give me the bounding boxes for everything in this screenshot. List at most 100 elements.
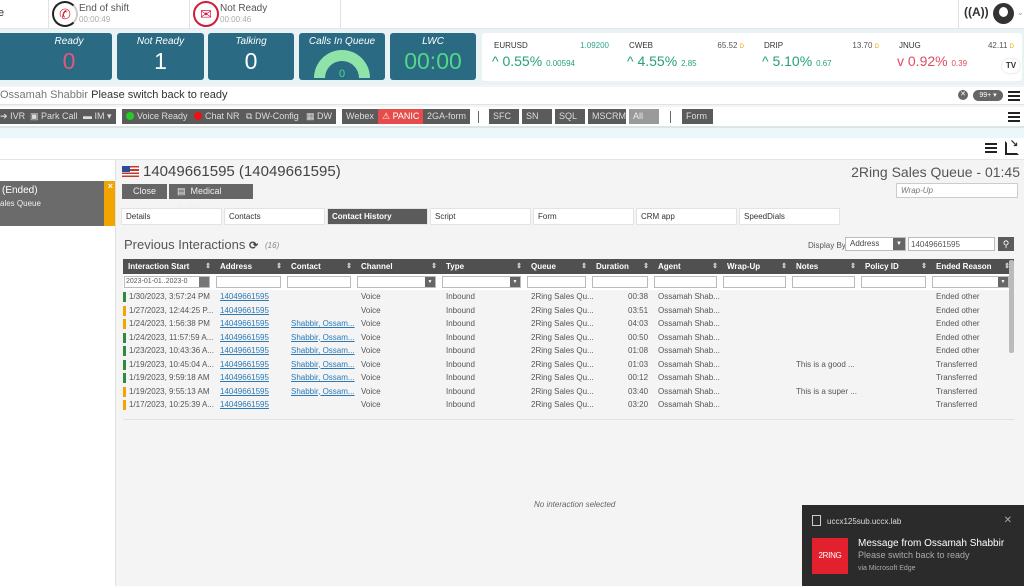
menu-icon[interactable] [1008, 91, 1020, 101]
sort-icon[interactable]: ⇕ [850, 259, 856, 274]
calendar-icon[interactable] [199, 277, 209, 287]
cell-contact[interactable]: Shabbir, Ossam... [291, 333, 355, 342]
chevron-down-icon[interactable]: ▼ [998, 277, 1008, 287]
agent-state-end-of-shift[interactable]: ✆ End of shift 00:00:49 [48, 0, 189, 29]
chevron-down-icon[interactable]: ▼ [510, 277, 520, 287]
table-row[interactable]: 1/24/2023, 1:56:38 PM 14049661595 Shabbir,… [123, 317, 1014, 331]
column-header-policy-id[interactable]: Policy ID ⇕ [860, 259, 931, 274]
webex-button[interactable]: Webex [342, 109, 378, 124]
filter-type[interactable]: ▼ [442, 276, 521, 288]
avatar[interactable] [993, 3, 1014, 24]
cell-contact[interactable]: Shabbir, Ossam... [291, 346, 355, 355]
filter-address[interactable] [216, 276, 281, 288]
im-dropdown-button[interactable]: ▬ IM ▾ [79, 109, 116, 124]
column-header-notes[interactable]: Notes ⇕ [791, 259, 860, 274]
tab-form[interactable]: Form [533, 208, 634, 225]
mscrm-button[interactable]: MSCRM [588, 109, 626, 124]
cell-address[interactable]: 14049661595 [220, 292, 269, 301]
table-row[interactable]: 1/17/2023, 10:25:39 A... 14049661595 Voice… [123, 398, 1014, 412]
tab-speeddials[interactable]: SpeedDials [739, 208, 840, 225]
panic-button[interactable]: ⚠ PANIC [378, 109, 424, 124]
filter-duration[interactable] [592, 276, 648, 288]
dw-config-button[interactable]: ⧉ DW-Config [242, 109, 303, 124]
column-header-interaction-start[interactable]: Interaction Start ⇕ [123, 259, 215, 274]
menu-icon[interactable] [1008, 112, 1020, 122]
sort-icon[interactable]: ⇕ [431, 259, 437, 274]
cell-address[interactable]: 14049661595 [220, 360, 269, 369]
tradingview-logo-icon[interactable]: TV [1002, 59, 1020, 73]
cell-address[interactable]: 14049661595 [220, 400, 269, 409]
park-call-button[interactable]: ▣ Park Call [26, 109, 82, 124]
chevron-down-icon[interactable]: ▼ [425, 277, 435, 287]
sort-icon[interactable]: ⇕ [781, 259, 787, 274]
cell-address[interactable]: 14049661595 [220, 373, 269, 382]
column-header-channel[interactable]: Channel ⇕ [356, 259, 441, 274]
2ga-form-button[interactable]: 2GA-form [423, 109, 471, 124]
form-button[interactable]: Form [682, 109, 713, 124]
filter-contact[interactable] [287, 276, 351, 288]
table-row[interactable]: 1/24/2023, 11:57:59 A... 14049661595 Shabb… [123, 331, 1014, 345]
stock-ticker[interactable]: EURUSD 1.09200 ^ 0.55% 0.00594 CWEB 65.5… [482, 33, 1022, 81]
ivr-button[interactable]: ➔ IVR [0, 109, 30, 124]
column-header-type[interactable]: Type ⇕ [441, 259, 526, 274]
column-header-address[interactable]: Address ⇕ [215, 259, 286, 274]
display-by-search-input[interactable] [908, 237, 995, 251]
column-header-duration[interactable]: Duration ⇕ [591, 259, 653, 274]
search-icon[interactable]: ⚲ [998, 237, 1014, 251]
filter-policy-id[interactable] [861, 276, 926, 288]
column-header-agent[interactable]: Agent ⇕ [653, 259, 722, 274]
broadcast-icon[interactable]: ((A)) [964, 5, 989, 19]
cell-contact[interactable]: Shabbir, Ossam... [291, 373, 355, 382]
wrapup-input[interactable] [896, 183, 1018, 198]
sfc-button[interactable]: SFC [489, 109, 519, 124]
sort-icon[interactable]: ⇕ [712, 259, 718, 274]
column-header-wrap-up[interactable]: Wrap-Up ⇕ [722, 259, 791, 274]
medical-script-button[interactable]: ▤ Medical Script [169, 184, 253, 211]
sort-icon[interactable]: ⇕ [643, 259, 649, 274]
column-header-ended-reason[interactable]: Ended Reason ⇕ [931, 259, 1014, 274]
menu-icon[interactable] [985, 143, 997, 153]
tab-script[interactable]: Script [430, 208, 531, 225]
tab-contact-history[interactable]: Contact History [327, 208, 428, 225]
sort-icon[interactable]: ⇕ [581, 259, 587, 274]
table-row[interactable]: 1/19/2023, 9:59:18 AM 14049661595 Shabbir,… [123, 371, 1014, 385]
filter-wrap-up[interactable] [723, 276, 786, 288]
tab-crm-app[interactable]: CRM app [636, 208, 737, 225]
filter-interaction-start[interactable]: 2023-01-01..2023-0 [124, 276, 210, 288]
sort-icon[interactable]: ⇕ [346, 259, 352, 274]
close-button[interactable]: Close [122, 184, 167, 199]
column-header-queue[interactable]: Queue ⇕ [526, 259, 591, 274]
table-row[interactable]: 1/23/2023, 10:43:36 A... 14049661595 Shabb… [123, 344, 1014, 358]
ticker-item[interactable]: JNUG 42.11 D v 0.92% 0.39 [887, 33, 1022, 81]
filter-ended-reason[interactable]: ▼ [932, 276, 1009, 288]
sort-icon[interactable]: ⇕ [516, 259, 522, 274]
sort-icon[interactable]: ⇕ [205, 259, 211, 274]
filter-channel[interactable]: ▼ [357, 276, 436, 288]
table-row[interactable]: 1/19/2023, 9:55:13 AM 14049661595 Shabbir,… [123, 385, 1014, 399]
all-button[interactable]: All [629, 109, 659, 124]
voice-ready-button[interactable]: Voice Ready [122, 109, 192, 124]
ticker-item[interactable]: EURUSD 1.09200 ^ 0.55% 0.00594 [482, 33, 617, 81]
table-row[interactable]: 1/27/2023, 12:44:25 P... 14049661595 Voice… [123, 304, 1014, 318]
filter-notes[interactable] [792, 276, 855, 288]
cell-address[interactable]: 14049661595 [220, 306, 269, 315]
call-card[interactable]: (Ended) ales Queue × [0, 181, 115, 226]
cell-contact[interactable]: Shabbir, Ossam... [291, 319, 355, 328]
table-row[interactable]: 1/19/2023, 10:45:04 A... 14049661595 Shabb… [123, 358, 1014, 372]
cell-address[interactable]: 14049661595 [220, 387, 269, 396]
dw-button[interactable]: ▦ DW [302, 109, 337, 124]
clear-icon[interactable]: ✕ [958, 90, 968, 100]
filter-agent[interactable] [654, 276, 717, 288]
ticker-item[interactable]: CWEB 65.52 D ^ 4.55% 2.85 [617, 33, 752, 81]
ticker-item[interactable]: DRIP 13.70 D ^ 5.10% 0.67 [752, 33, 887, 81]
sql-button[interactable]: SQL [555, 109, 585, 124]
cell-address[interactable]: 14049661595 [220, 346, 269, 355]
close-icon[interactable]: ✕ [1004, 515, 1012, 526]
cell-contact[interactable]: Shabbir, Ossam... [291, 387, 355, 396]
cell-address[interactable]: 14049661595 [220, 319, 269, 328]
tab-contacts[interactable]: Contacts [224, 208, 325, 225]
chevron-down-icon[interactable]: ⌄ [1017, 8, 1024, 17]
sort-icon[interactable]: ⇕ [921, 259, 927, 274]
sn-button[interactable]: SN [522, 109, 552, 124]
table-scrollbar[interactable] [1009, 260, 1014, 353]
